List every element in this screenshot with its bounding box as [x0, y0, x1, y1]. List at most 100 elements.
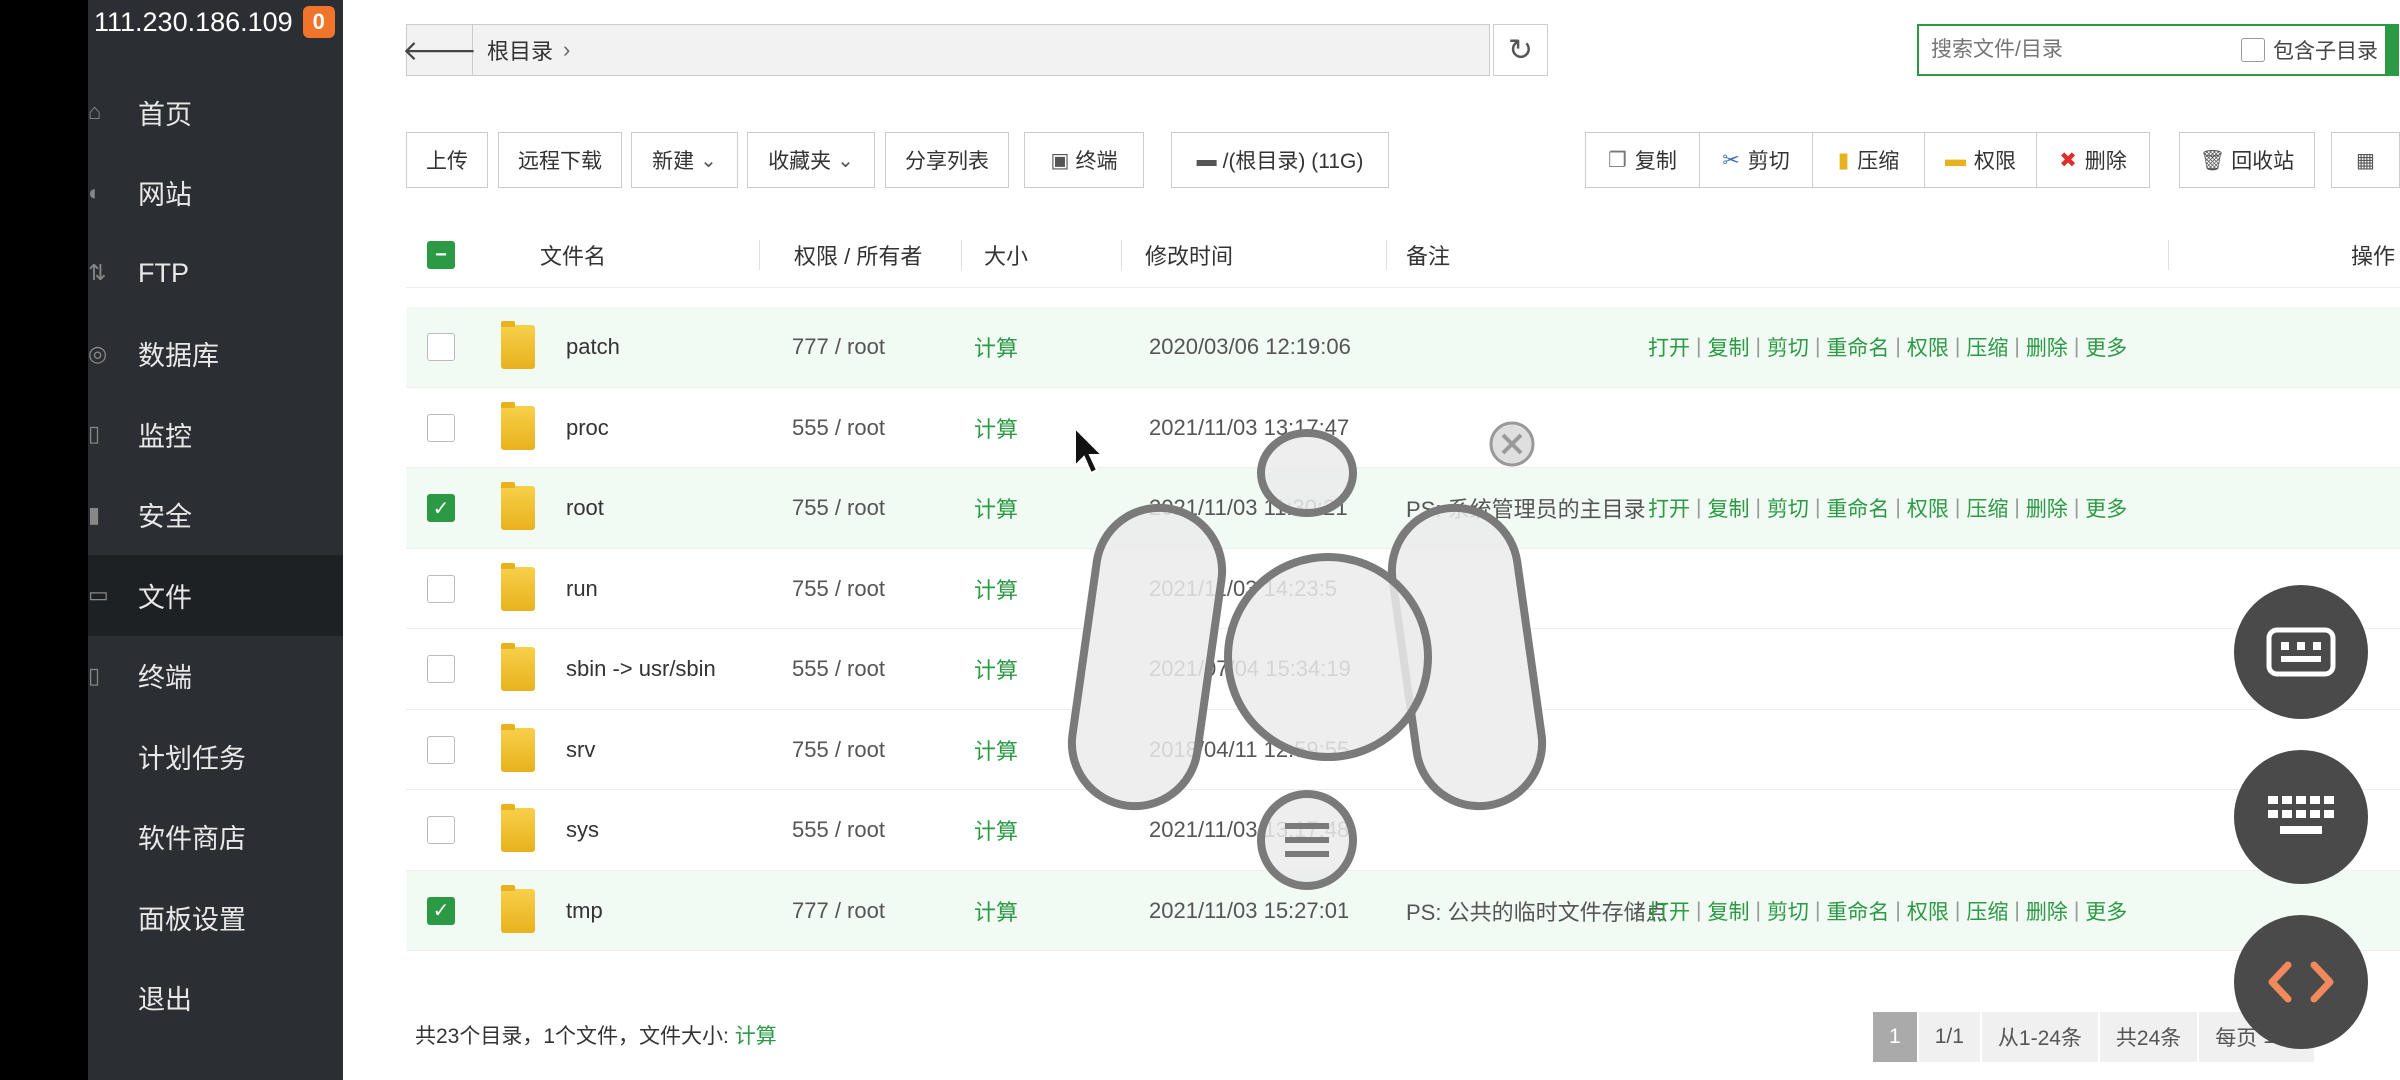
keyboard-button[interactable] — [2234, 750, 2368, 884]
batch-copy-button[interactable]: ❐ 复制 — [1586, 133, 1700, 187]
file-name[interactable]: root — [566, 468, 604, 548]
recycle-bin-button[interactable]: 🗑 回收站 — [2179, 132, 2315, 188]
file-name[interactable]: patch — [566, 307, 620, 387]
row-action-link[interactable]: 更多 — [2085, 332, 2127, 362]
disk-button[interactable]: ▬/(根目录) (11G) — [1171, 132, 1389, 188]
file-perm[interactable]: 555 / root — [792, 388, 885, 468]
file-perm[interactable]: 555 / root — [792, 629, 885, 709]
file-size-calc[interactable]: 计算 — [974, 468, 1018, 548]
sidebar-item-database[interactable]: ◎ 数据库 — [88, 314, 343, 395]
upload-button[interactable]: 上传 — [406, 132, 488, 188]
include-subdir-checkbox[interactable] — [2241, 38, 2265, 62]
sidebar-item-security[interactable]: ▮ 安全 — [88, 475, 343, 556]
row-action-link[interactable]: 删除 — [2026, 493, 2068, 523]
file-size-calc[interactable]: 计算 — [974, 629, 1018, 709]
table-row[interactable]: sys 555 / root 计算 2021/11/03 13:17:48 — [406, 790, 2400, 871]
row-action-link[interactable]: 重命名 — [1826, 493, 1889, 523]
breadcrumb-root[interactable]: 根目录 — [487, 34, 553, 66]
keyboard-shortcut-button[interactable] — [2234, 585, 2368, 719]
row-action-link[interactable]: 权限 — [1907, 896, 1949, 926]
sidebar-item-settings[interactable]: 面板设置 — [88, 877, 343, 958]
sidebar-item-files[interactable]: ▭ 文件 — [88, 555, 343, 636]
share-list-button[interactable]: 分享列表 — [885, 132, 1009, 188]
row-action-link[interactable]: 权限 — [1907, 493, 1949, 523]
row-action-link[interactable]: 更多 — [2085, 896, 2127, 926]
sidebar-item-monitor[interactable]: ▯ 监控 — [88, 394, 343, 475]
file-note[interactable]: PS: 系统管理员的主目录 — [1406, 468, 1646, 548]
table-row[interactable]: ✓ root 755 / root 计算 2021/11/03 11:30:21 PS: … — [406, 468, 2400, 549]
header-mtime[interactable]: 修改时间 — [1145, 239, 1233, 271]
row-action-link[interactable]: 权限 — [1907, 332, 1949, 362]
batch-cut-button[interactable]: ✂ 剪切 — [1700, 133, 1813, 187]
row-action-link[interactable]: 复制 — [1707, 493, 1749, 523]
table-row[interactable]: run 755 / root 计算 2021/11/03 14:23:5 — [406, 549, 2400, 629]
file-perm[interactable]: 777 / root — [792, 307, 885, 387]
row-action-link[interactable]: 剪切 — [1767, 332, 1809, 362]
row-action-link[interactable]: 删除 — [2026, 896, 2068, 926]
row-action-link[interactable]: 复制 — [1707, 332, 1749, 362]
code-button[interactable] — [2234, 915, 2368, 1049]
file-size-calc[interactable]: 计算 — [974, 388, 1018, 468]
row-action-link[interactable]: 剪切 — [1767, 896, 1809, 926]
file-size-calc[interactable]: 计算 — [974, 710, 1018, 790]
select-all-checkbox[interactable]: − — [427, 241, 455, 269]
sidebar-item-website[interactable]: ◐ 网站 — [88, 153, 343, 234]
row-action-link[interactable]: 压缩 — [1966, 896, 2008, 926]
header-name[interactable]: 文件名 — [540, 239, 606, 271]
row-action-link[interactable]: 重命名 — [1826, 896, 1889, 926]
table-row[interactable]: sbin -> usr/sbin 555 / root 计算 2021/07/04 1… — [406, 629, 2400, 710]
terminal-button[interactable]: ▣ 终端 — [1024, 132, 1144, 188]
file-perm[interactable]: 777 / root — [792, 871, 885, 951]
file-perm[interactable]: 755 / root — [792, 710, 885, 790]
file-perm[interactable]: 755 / root — [792, 549, 885, 629]
file-perm[interactable]: 755 / root — [792, 468, 885, 548]
row-checkbox[interactable] — [427, 816, 455, 844]
file-name[interactable]: sbin -> usr/sbin — [566, 629, 716, 709]
remote-download-button[interactable]: 远程下载 — [498, 132, 622, 188]
file-name[interactable]: srv — [566, 710, 595, 790]
sidebar-item-store[interactable]: 软件商店 — [88, 797, 343, 878]
row-action-link[interactable]: 压缩 — [1966, 493, 2008, 523]
batch-compress-button[interactable]: ▮ 压缩 — [1813, 133, 1925, 187]
batch-delete-button[interactable]: ✖ 删除 — [2037, 133, 2149, 187]
row-checkbox[interactable]: ✓ — [427, 494, 455, 522]
row-checkbox[interactable]: ✓ — [427, 896, 455, 925]
message-count-badge[interactable]: 0 — [302, 6, 335, 38]
sidebar-item-ftp[interactable]: ⇅ FTP — [88, 233, 343, 314]
sidebar-item-logout[interactable]: 退出 — [88, 958, 343, 1039]
file-size-calc[interactable]: 计算 — [974, 549, 1018, 629]
grid-view-button[interactable]: ▦ — [2331, 132, 2400, 188]
row-checkbox[interactable] — [427, 333, 455, 361]
row-action-link[interactable]: 打开 — [1648, 332, 1690, 362]
row-checkbox[interactable] — [427, 735, 455, 764]
file-name[interactable]: run — [566, 549, 598, 629]
sidebar-item-cron[interactable]: 计划任务 — [88, 716, 343, 797]
back-button[interactable]: 🡐 — [402, 25, 477, 75]
file-perm[interactable]: 555 / root — [792, 790, 885, 870]
file-name[interactable]: sys — [566, 790, 599, 870]
file-name[interactable]: proc — [566, 388, 609, 468]
table-row[interactable]: patch 777 / root 计算 2020/03/06 12:19:06 打开 | 复… — [406, 307, 2400, 388]
row-action-link[interactable]: 更多 — [2085, 493, 2127, 523]
table-row[interactable]: srv 755 / root 计算 2018/04/11 12:59:55 — [406, 710, 2400, 790]
row-checkbox[interactable] — [427, 413, 455, 442]
header-size[interactable]: 大小 — [984, 239, 1028, 271]
search-button[interactable] — [2387, 24, 2399, 76]
row-action-link[interactable]: 重命名 — [1826, 332, 1889, 362]
footer-calc-link[interactable]: 计算 — [735, 1025, 777, 1048]
file-size-calc[interactable]: 计算 — [974, 307, 1018, 387]
file-name[interactable]: tmp — [566, 871, 603, 951]
row-action-link[interactable]: 剪切 — [1767, 493, 1809, 523]
sidebar-item-home[interactable]: ⌂ 首页 — [88, 72, 343, 153]
page-current[interactable]: 1 — [1873, 1012, 1919, 1062]
favorites-button[interactable]: 收藏夹 ⌄ — [747, 132, 875, 188]
new-button[interactable]: 新建 ⌄ — [631, 132, 738, 188]
row-action-link[interactable]: 复制 — [1707, 896, 1749, 926]
row-action-link[interactable]: 删除 — [2026, 332, 2068, 362]
include-subdir-option[interactable]: 包含子目录 — [2241, 35, 2378, 65]
row-action-link[interactable]: 打开 — [1648, 896, 1690, 926]
table-row[interactable]: proc 555 / root 计算 2021/11/03 13:17:47 — [406, 388, 2400, 468]
refresh-button[interactable]: ↻ — [1493, 24, 1548, 76]
search-input[interactable] — [1931, 38, 2231, 62]
row-checkbox[interactable] — [427, 574, 455, 603]
